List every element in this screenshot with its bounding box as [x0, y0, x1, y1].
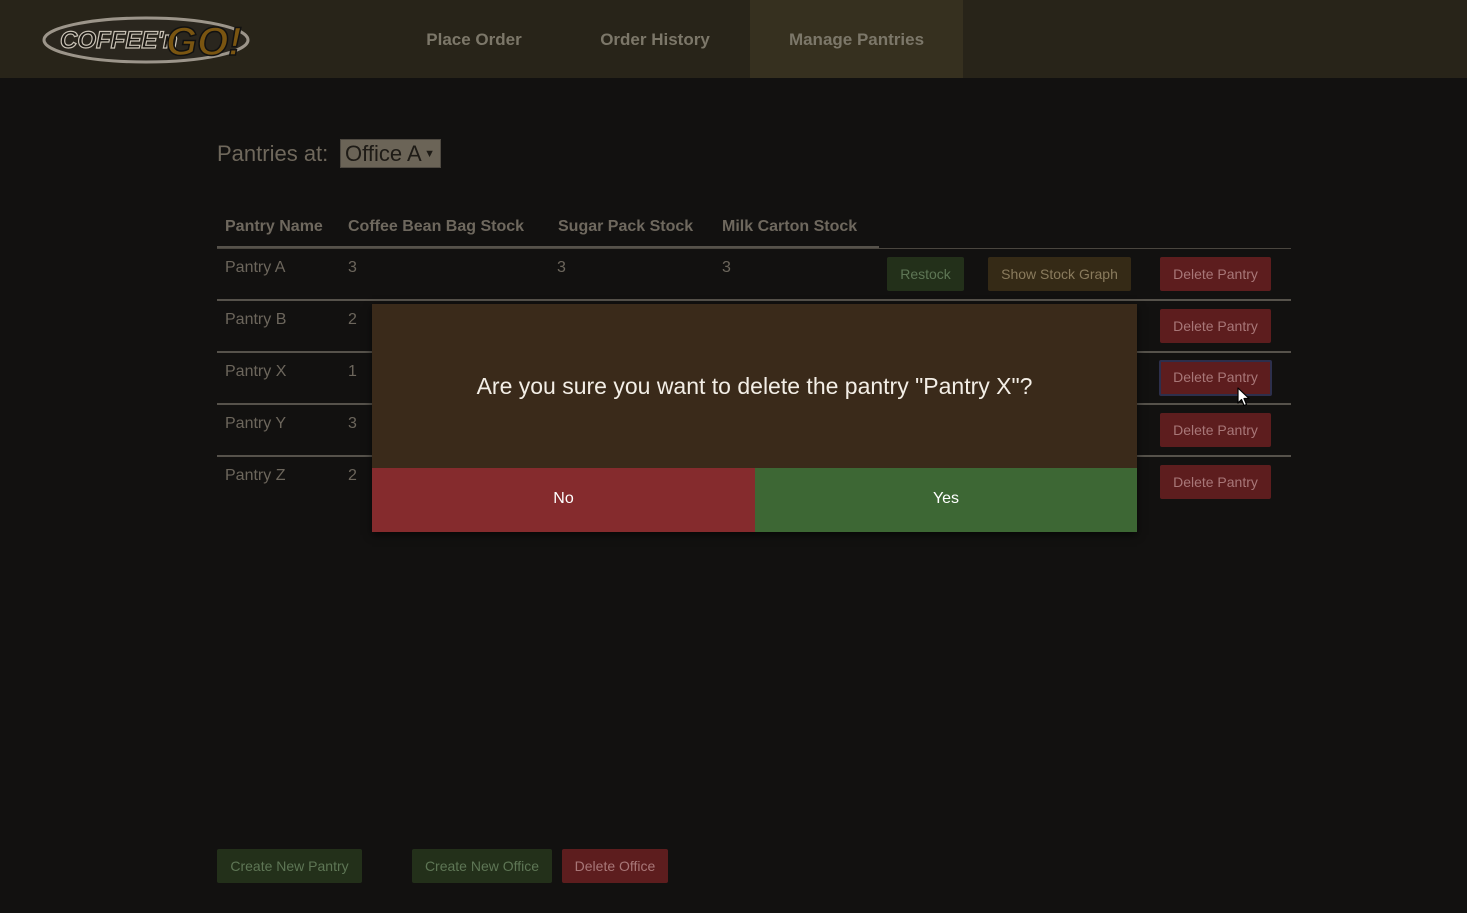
table-row-milk: 3 [722, 259, 731, 276]
delete-pantry-button[interactable]: Delete Pantry [1160, 465, 1271, 499]
table-row-coffee: 1 [348, 363, 357, 380]
table-row-coffee: 2 [348, 467, 357, 484]
chevron-down-icon: ▼ [424, 148, 435, 160]
create-new-office-label: Create New Office [424, 858, 540, 874]
nav-manage-pantries[interactable]: Manage Pantries [750, 0, 963, 78]
column-header-coffee: Coffee Bean Bag Stock [348, 218, 525, 235]
svg-text:GO!: GO! [166, 20, 242, 64]
coffee-n-go-logo[interactable]: COFFEE'n GO! [42, 15, 252, 65]
pantries-at-label: Pantries at: [217, 141, 329, 166]
table-row-name: Pantry Y [225, 415, 287, 432]
table-row-name: Pantry A [225, 259, 286, 276]
mouse-pointer-icon [1237, 387, 1250, 407]
table-row-coffee: 2 [348, 311, 357, 328]
delete-pantry-button[interactable]: Delete Pantry [1160, 413, 1271, 447]
restock-label: Restock [900, 266, 951, 282]
delete-office-button[interactable]: Delete Office [562, 849, 668, 883]
table-row-name: Pantry X [225, 363, 287, 380]
delete-pantry-label: Delete Pantry [1173, 318, 1258, 334]
yes-button[interactable]: Yes [755, 468, 1137, 532]
create-new-pantry-label: Create New Pantry [230, 858, 349, 874]
confirm-message: Are you sure you want to delete the pant… [476, 373, 1033, 399]
row-divider [217, 299, 1291, 301]
delete-pantry-label: Delete Pantry [1173, 266, 1258, 282]
create-new-pantry-button[interactable]: Create New Pantry [217, 849, 362, 883]
create-new-office-button[interactable]: Create New Office [412, 849, 552, 883]
svg-text:COFFEE'n: COFFEE'n [60, 27, 178, 54]
top-navigation-bar: COFFEE'n GO! Place Order Order History M… [0, 0, 1467, 78]
delete-pantry-button[interactable]: Delete Pantry [1159, 360, 1272, 396]
table-row-coffee: 3 [348, 415, 357, 432]
table-divider [217, 248, 1291, 249]
delete-pantry-button[interactable]: Delete Pantry [1160, 309, 1271, 343]
table-row-name: Pantry Z [225, 467, 286, 484]
delete-pantry-label: Delete Pantry [1173, 369, 1258, 385]
no-button[interactable]: No [372, 468, 755, 532]
delete-pantry-label: Delete Pantry [1173, 474, 1258, 490]
show-stock-graph-button[interactable]: Show Stock Graph [988, 257, 1131, 291]
delete-pantry-button[interactable]: Delete Pantry [1160, 257, 1271, 291]
column-header-sugar: Sugar Pack Stock [558, 218, 694, 235]
delete-office-label: Delete Office [574, 858, 656, 874]
column-header-pantry-name: Pantry Name [225, 218, 323, 235]
delete-pantry-label: Delete Pantry [1173, 422, 1258, 438]
office-select[interactable]: Office A ▼ [340, 139, 441, 168]
table-row-name: Pantry B [225, 311, 287, 328]
nav-place-order[interactable]: Place Order [397, 0, 551, 78]
restock-button[interactable]: Restock [887, 257, 964, 291]
show-stock-graph-label: Show Stock Graph [1001, 266, 1118, 282]
table-row-sugar: 3 [557, 259, 566, 276]
confirm-delete-dialog: Are you sure you want to delete the pant… [372, 304, 1137, 532]
nav-order-history[interactable]: Order History [571, 0, 739, 78]
column-header-milk: Milk Carton Stock [722, 218, 858, 235]
table-row-coffee: 3 [348, 259, 357, 276]
office-select-value: Office A [345, 141, 422, 166]
